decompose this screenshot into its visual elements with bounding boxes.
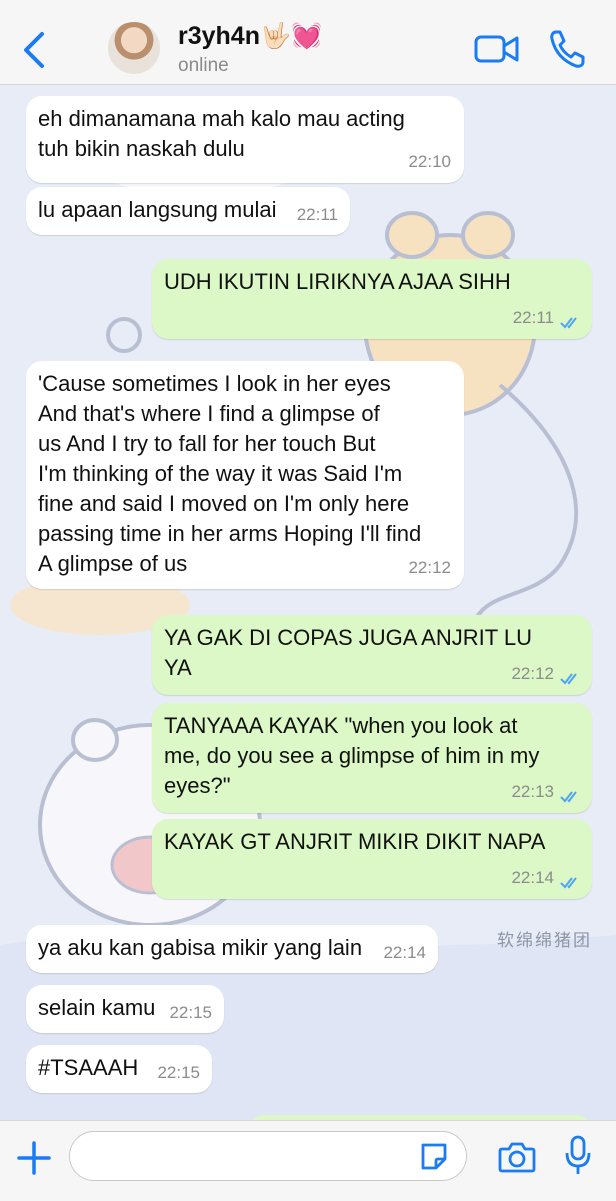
back-chevron-icon[interactable] — [20, 30, 50, 70]
plus-icon[interactable] — [17, 1141, 51, 1175]
wallpaper-watermark: 软绵绵猪团 — [497, 931, 592, 950]
contact-avatar[interactable] — [108, 22, 160, 74]
chat-header: r3yh4n🤟🏻💓 online — [0, 0, 616, 85]
video-camera-icon[interactable] — [474, 26, 520, 72]
message-bubble-incoming[interactable]: lu apaan langsung mulai 22:11 — [26, 187, 350, 235]
message-text: YA GAK DI COPAS JUGA ANJRIT LU YA — [164, 625, 532, 680]
double-check-icon — [560, 317, 577, 329]
message-time: 22:14 — [511, 868, 554, 887]
message-text: ya aku kan gabisa mikir yang lain — [38, 935, 363, 960]
sticker-icon[interactable] — [418, 1141, 450, 1173]
message-bubble-incoming[interactable]: eh dimanamana mah kalo mau acting tuh bi… — [26, 96, 464, 183]
double-check-icon — [560, 673, 577, 685]
message-time: 22:14 — [383, 943, 426, 962]
double-check-icon — [560, 791, 577, 803]
message-bubble-outgoing[interactable]: KAYAK GT ANJRIT MIKIR DIKIT NAPA 22:14 — [152, 819, 592, 899]
message-time: 22:12 — [408, 558, 451, 577]
message-bubble-incoming[interactable]: ya aku kan gabisa mikir yang lain 22:14 — [26, 925, 438, 973]
message-time: 22:12 — [511, 664, 554, 683]
message-time: 22:10 — [408, 152, 451, 171]
message-time: 22:13 — [511, 782, 554, 801]
composer-bar — [0, 1120, 616, 1201]
message-text: KAYAK GT ANJRIT MIKIR DIKIT NAPA — [164, 829, 546, 854]
message-text: TANYAAA KAYAK "when you look at me, do y… — [164, 713, 540, 798]
message-text: 'Cause sometimes I look in her eyes And … — [38, 371, 422, 576]
camera-icon[interactable] — [498, 1139, 536, 1175]
message-time: 22:11 — [512, 308, 554, 327]
message-bubble-incoming[interactable]: 'Cause sometimes I look in her eyes And … — [26, 361, 464, 589]
message-bubble-incoming[interactable]: selain kamu 22:15 — [26, 985, 224, 1033]
contact-status: online — [178, 55, 229, 76]
message-text: selain kamu — [38, 995, 156, 1020]
microphone-icon[interactable] — [564, 1135, 592, 1177]
double-check-icon — [560, 877, 577, 889]
message-text: lu apaan langsung mulai — [38, 197, 277, 222]
chat-area[interactable]: 软绵绵猪团 eh dimanamana mah kalo mau acting … — [0, 85, 616, 1120]
message-text: eh dimanamana mah kalo mau acting tuh bi… — [38, 106, 405, 161]
message-bubble-outgoing[interactable]: TANYAAA KAYAK "when you look at me, do y… — [152, 703, 592, 813]
phone-icon[interactable] — [548, 26, 588, 72]
message-time: 22:15 — [169, 1003, 212, 1022]
message-bubble-outgoing[interactable]: YA GAK DI COPAS JUGA ANJRIT LU YA 22:12 — [152, 615, 592, 695]
message-bubble-outgoing[interactable]: UDH IKUTIN LIRIKNYA AJAA SIHH 22:11 — [152, 259, 592, 339]
message-text: #TSAAAH — [38, 1055, 139, 1080]
message-bubble-incoming[interactable]: #TSAAAH 22:15 — [26, 1045, 212, 1093]
message-time: 22:15 — [157, 1063, 200, 1082]
message-text: UDH IKUTIN LIRIKNYA AJAA SIHH — [164, 269, 511, 294]
message-input[interactable] — [69, 1131, 467, 1181]
message-time: 22:11 — [296, 205, 338, 224]
contact-name[interactable]: r3yh4n🤟🏻💓 — [178, 22, 322, 51]
